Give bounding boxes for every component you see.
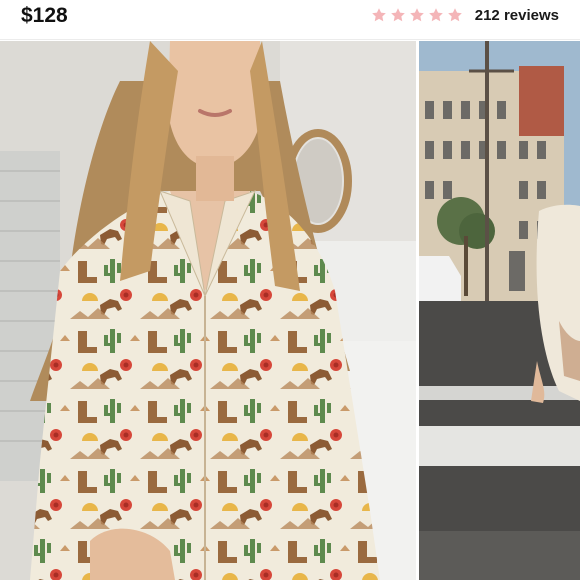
reviews-count[interactable]: 212 reviews (475, 7, 559, 24)
product-rating[interactable]: 212 reviews (371, 5, 559, 25)
street-photo-icon (419, 41, 580, 580)
product-header: $128 212 reviews (0, 0, 580, 40)
model-photo-icon (0, 41, 416, 580)
star-icon (390, 8, 405, 22)
gallery-image-2[interactable] (419, 41, 580, 580)
star-icon (371, 8, 386, 22)
product-price: $128 (21, 4, 68, 27)
product-image-carousel[interactable] (0, 41, 580, 580)
star-icon (447, 8, 462, 22)
star-icon (409, 8, 424, 22)
gallery-image-1[interactable] (0, 41, 416, 580)
star-icon (428, 8, 443, 22)
